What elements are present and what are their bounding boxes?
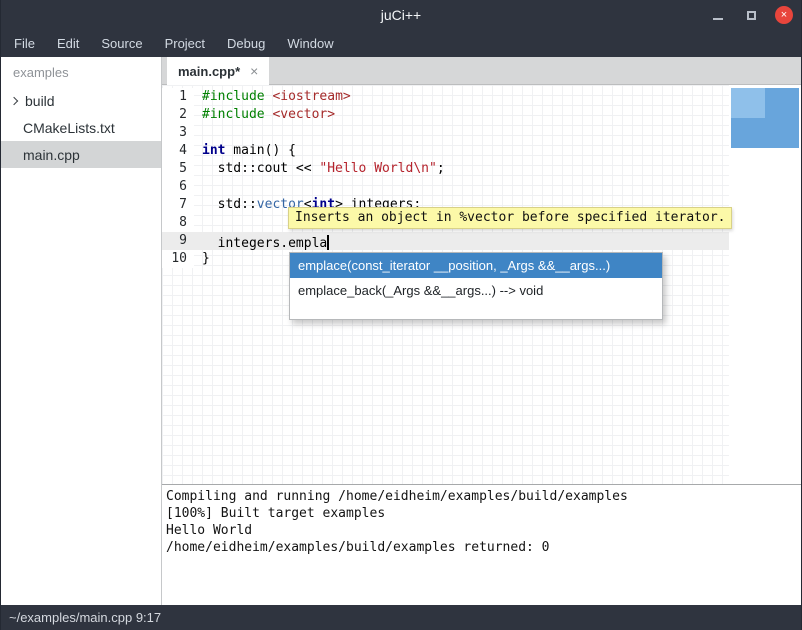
titlebar[interactable]: juCi++ × <box>1 0 801 30</box>
terminal-line: Hello World <box>166 522 797 539</box>
tree-item-label: main.cpp <box>23 147 80 163</box>
minimize-icon <box>713 18 723 20</box>
menu-project[interactable]: Project <box>154 31 216 56</box>
tab-main-cpp[interactable]: main.cpp* × <box>167 57 269 85</box>
line-number: 5 <box>162 160 194 178</box>
line-number: 6 <box>162 178 194 196</box>
code-line-3[interactable]: 3 <box>162 124 729 142</box>
line-number: 9 <box>162 232 194 250</box>
tab-close-icon[interactable]: × <box>250 63 258 79</box>
code-text: #include <vector> <box>194 106 335 124</box>
menu-window[interactable]: Window <box>276 31 344 56</box>
code-line-5[interactable]: 5 std::cout << "Hello World\n"; <box>162 160 729 178</box>
file-tree-header: examples <box>1 57 161 87</box>
code-line-9[interactable]: 9 integers.empla <box>162 232 729 250</box>
overview-column <box>729 85 801 484</box>
menu-debug[interactable]: Debug <box>216 31 276 56</box>
menu-file[interactable]: File <box>3 31 46 56</box>
tabbar: main.cpp* × <box>162 57 801 85</box>
editor-panel: main.cpp* × 1#include <iostream>2#include… <box>162 57 801 605</box>
window-title: juCi++ <box>1 0 801 30</box>
line-number: 2 <box>162 106 194 124</box>
code-text <box>194 178 202 196</box>
menubar: FileEditSourceProjectDebugWindow <box>1 30 801 57</box>
tree-item-label: build <box>25 93 55 109</box>
completion-item[interactable]: emplace_back(_Args &&__args...) --> void <box>290 278 662 303</box>
text-cursor <box>327 235 329 250</box>
line-number: 7 <box>162 196 194 214</box>
scrollbar-thumb-highlight <box>731 88 765 118</box>
line-number: 8 <box>162 214 194 232</box>
code-text: int main() { <box>194 142 296 160</box>
code-text: integers.empla <box>194 232 329 250</box>
tab-label: main.cpp* <box>178 64 240 79</box>
app-window: juCi++ × FileEditSourceProjectDebugWindo… <box>0 0 802 630</box>
completion-popup: emplace(const_iterator __position, _Args… <box>289 252 663 320</box>
tree-item-main-cpp[interactable]: main.cpp <box>1 141 161 168</box>
code-text: std::cout << "Hello World\n"; <box>194 160 445 178</box>
terminal-line: Compiling and running /home/eidheim/exam… <box>166 488 797 505</box>
statusbar: ~/examples/main.cpp 9:17 <box>1 605 801 630</box>
line-number: 3 <box>162 124 194 142</box>
scrollbar-thumb[interactable] <box>731 88 799 148</box>
code-line-6[interactable]: 6 <box>162 178 729 196</box>
minimize-button[interactable] <box>709 6 727 24</box>
tree-item-label: CMakeLists.txt <box>23 120 115 136</box>
completion-item[interactable]: emplace(const_iterator __position, _Args… <box>290 253 662 278</box>
line-number: 4 <box>162 142 194 160</box>
close-button[interactable]: × <box>775 6 793 24</box>
close-icon: × <box>781 10 787 21</box>
tree-item-cmakelists-txt[interactable]: CMakeLists.txt <box>1 114 161 141</box>
main-area: examples build CMakeLists.txt main.cpp mai… <box>1 57 801 605</box>
code-text: } <box>194 250 210 268</box>
file-tree: build CMakeLists.txt main.cpp <box>1 87 161 168</box>
file-tree-panel: examples build CMakeLists.txt main.cpp <box>1 57 162 605</box>
terminal-line: [100%] Built target examples <box>166 505 797 522</box>
terminal-line: /home/eidheim/examples/build/examples re… <box>166 539 797 556</box>
chevron-right-icon[interactable] <box>9 98 25 104</box>
maximize-button[interactable] <box>742 6 760 24</box>
maximize-icon <box>747 11 756 20</box>
code-text <box>194 124 202 142</box>
window-controls: × <box>709 0 793 30</box>
editor-area: 1#include <iostream>2#include <vector>34… <box>162 85 801 485</box>
tree-item-build[interactable]: build <box>1 87 161 114</box>
menu-edit[interactable]: Edit <box>46 31 90 56</box>
line-number: 10 <box>162 250 194 268</box>
code-line-4[interactable]: 4int main() { <box>162 142 729 160</box>
code-line-2[interactable]: 2#include <vector> <box>162 106 729 124</box>
terminal-output[interactable]: Compiling and running /home/eidheim/exam… <box>162 485 801 605</box>
menu-source[interactable]: Source <box>90 31 153 56</box>
code-text: #include <iostream> <box>194 88 351 106</box>
code-text <box>194 214 202 232</box>
statusbar-text: ~/examples/main.cpp 9:17 <box>9 610 161 625</box>
line-number: 1 <box>162 88 194 106</box>
code-line-1[interactable]: 1#include <iostream> <box>162 88 729 106</box>
doc-tooltip: Inserts an object in %vector before spec… <box>288 207 732 229</box>
